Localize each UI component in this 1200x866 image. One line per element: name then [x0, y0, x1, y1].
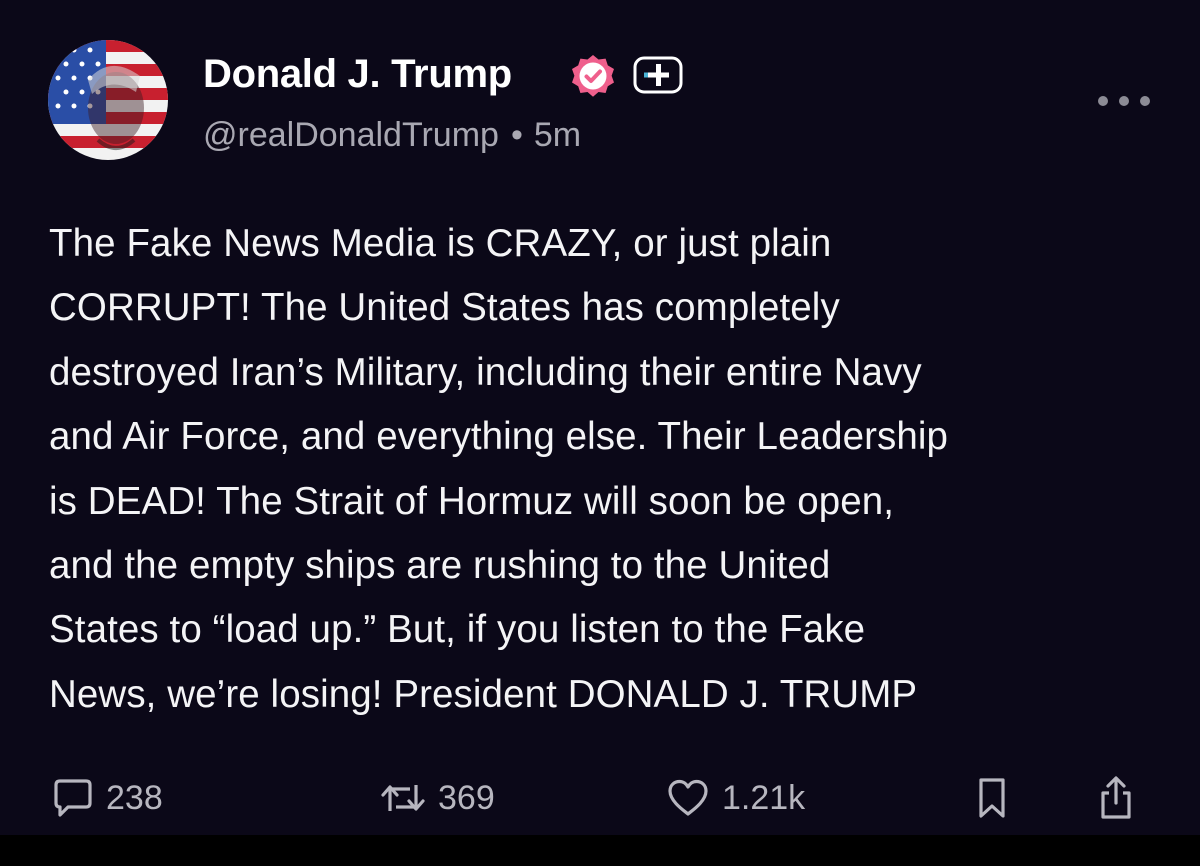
reply-button[interactable]: 238: [52, 770, 163, 826]
dot-icon: [1098, 96, 1108, 106]
post-body-text: The Fake News Media is CRAZY, or just pl…: [49, 222, 949, 716]
reply-count: 238: [106, 778, 163, 817]
bottom-strip: [0, 835, 1200, 866]
dot-icon: [1140, 96, 1150, 106]
verified-badge-icon: [572, 55, 614, 97]
avatar[interactable]: [48, 40, 168, 160]
share-icon: [1101, 776, 1131, 819]
reply-bubble-icon: [54, 779, 92, 817]
share-button[interactable]: [1096, 770, 1136, 826]
bookmark-icon: [979, 778, 1005, 818]
more-options-button[interactable]: [1098, 88, 1150, 114]
separator-dot: •: [510, 116, 523, 154]
retruth-button[interactable]: 369: [380, 770, 495, 826]
heart-icon: [668, 779, 708, 816]
handle-line: @realDonaldTrump • 5m: [203, 116, 581, 155]
retruth-icon: [381, 785, 425, 811]
dot-icon: [1119, 96, 1129, 106]
action-bar: 238 369 1.21k: [0, 770, 1200, 826]
display-name[interactable]: Donald J. Trump: [203, 52, 512, 97]
bookmark-button[interactable]: [976, 770, 1008, 826]
post-timestamp[interactable]: 5m: [534, 116, 581, 154]
post-card: Donald J. Trump @realDonaldTrump • 5m The …: [0, 0, 1200, 835]
like-count: 1.21k: [722, 778, 806, 817]
author-handle[interactable]: @realDonaldTrump: [203, 116, 499, 154]
retruth-count: 369: [438, 778, 495, 817]
like-button[interactable]: 1.21k: [666, 770, 805, 826]
plus-square-icon: [633, 56, 683, 94]
